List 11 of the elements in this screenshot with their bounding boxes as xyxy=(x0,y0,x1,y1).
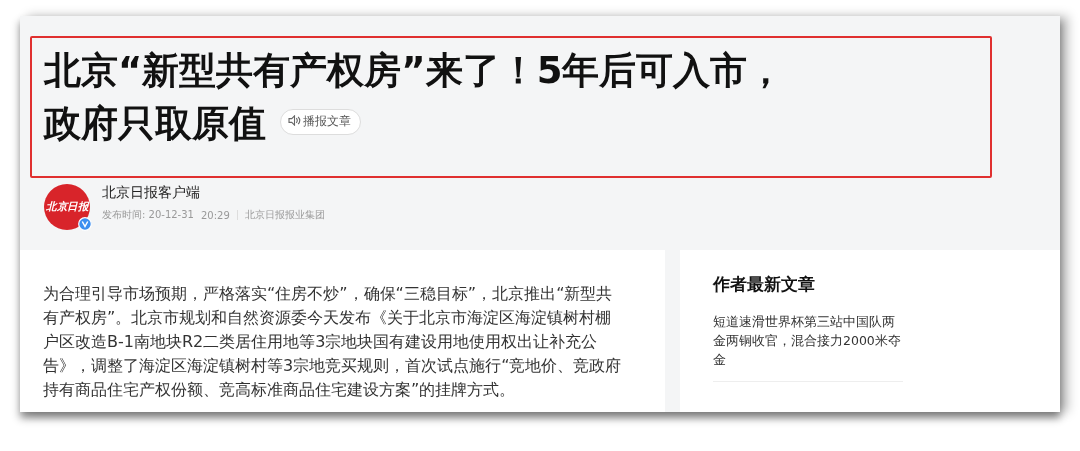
article-paragraph: 为合理引导市场预期，严格落实“住房不炒”，确保“三稳目标”，北京推出“新型共有产权房”。北京市规划和自然资源委今天发布《关于北京市海淀区海淀镇树村棚户区改造B-1南地块R2二类居住用地等3宗地块国有建设用地使用权出让补充公告》，调整了海淀区海淀镇树村等3宗地竞买规则，首次试点施行“竞地价、竞政府持有商品住宅产权份额、竞高标准商品住宅建设方案”的挂牌方式。 xyxy=(43,283,623,401)
article-title: 北京“新型共有产权房”来了！5年后可入市，政府只取原值 播报文章 xyxy=(44,48,786,147)
listen-button[interactable]: 播报文章 xyxy=(280,108,361,135)
publish-date: 发布时间: 20-12-31 xyxy=(102,208,194,222)
source-name: 北京日报报业集团 xyxy=(244,208,325,222)
logo-text: 北京日报 xyxy=(46,200,88,214)
article-link[interactable]: 短道速滑世界杯第三站中国队两金两铜收官，混合接力2000米夺金 xyxy=(713,312,903,382)
speaker-icon xyxy=(288,114,301,126)
author-name[interactable]: 北京日报客户端 xyxy=(102,184,325,202)
publish-time: 20:29 xyxy=(200,209,230,221)
sidebar-heading: 作者最新文章 xyxy=(713,274,816,296)
